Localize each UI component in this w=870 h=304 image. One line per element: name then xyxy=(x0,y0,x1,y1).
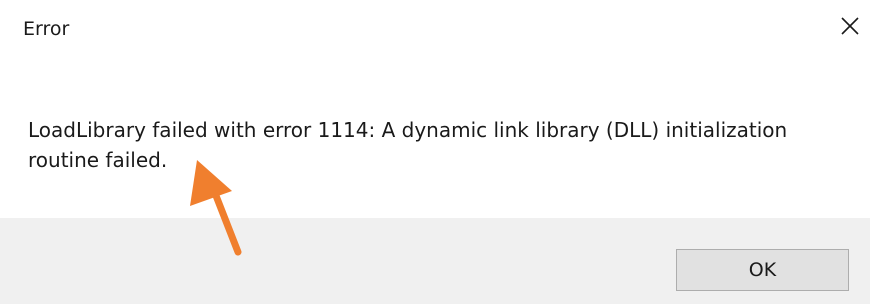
dialog-title: Error xyxy=(23,18,70,40)
message-area: LoadLibrary failed with error 1114: A dy… xyxy=(0,60,870,218)
error-message: LoadLibrary failed with error 1114: A dy… xyxy=(28,118,788,172)
close-button[interactable] xyxy=(830,6,870,46)
title-bar: Error xyxy=(0,0,870,60)
close-icon xyxy=(841,17,859,35)
error-dialog: Error LoadLibrary failed with error 1114… xyxy=(0,0,870,304)
ok-button[interactable]: OK xyxy=(676,249,849,291)
button-area: OK xyxy=(0,218,870,304)
